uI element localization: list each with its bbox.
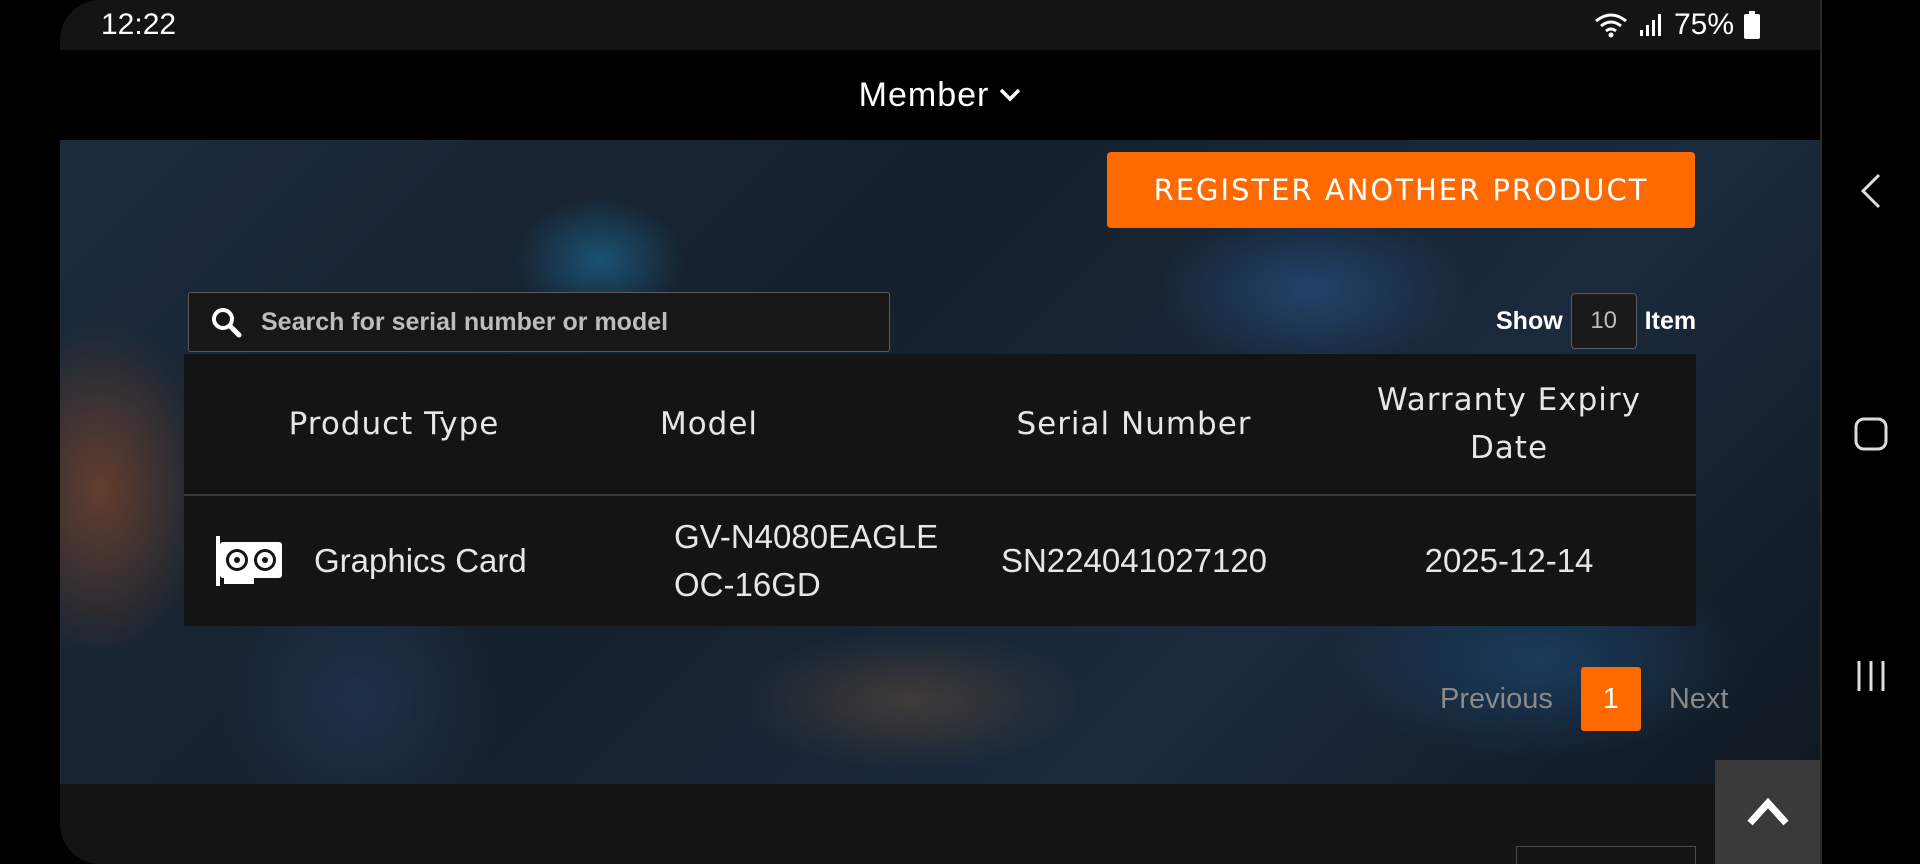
next-button[interactable]: Next: [1669, 683, 1729, 716]
items-per-page-select[interactable]: 10: [1570, 293, 1637, 349]
chevron-down-icon: [1000, 88, 1021, 102]
member-menu[interactable]: Member: [60, 50, 1820, 140]
cell-product-type: Graphics Card: [314, 542, 527, 579]
product-table: Product Type Model Serial Number Warrant…: [184, 354, 1696, 626]
battery-percent: 75%: [1673, 8, 1734, 41]
battery-icon: [1744, 11, 1760, 39]
header-serial-number: Serial Number: [1016, 406, 1252, 442]
header-warranty-expiry: Warranty Expiry Date: [1377, 382, 1641, 466]
chevron-up-icon: [1746, 797, 1789, 826]
search-box[interactable]: [188, 292, 890, 352]
home-icon: [1854, 417, 1888, 451]
recents-button[interactable]: [1846, 651, 1896, 701]
status-icons: 75%: [1594, 8, 1760, 42]
home-button[interactable]: [1846, 409, 1896, 459]
previous-button[interactable]: Previous: [1440, 683, 1553, 716]
phone-screen: 12:22 75% Member REGISTER ANOTHER PRODUC…: [60, 0, 1820, 864]
show-label: Show: [1496, 306, 1563, 335]
register-another-product-button[interactable]: REGISTER ANOTHER PRODUCT: [1107, 152, 1695, 228]
item-label: Item: [1644, 306, 1697, 335]
header-product-type: Product Type: [288, 406, 500, 442]
scroll-to-top-button[interactable]: [1715, 760, 1820, 864]
back-button[interactable]: [1846, 166, 1896, 216]
pagination: Previous 1 Next: [1440, 666, 1728, 732]
table-row: Graphics Card GV-N4080EAGLE OC-16GD SN22…: [184, 496, 1696, 626]
search-icon: [212, 308, 242, 338]
cell-serial-number: SN224041027120: [1000, 542, 1268, 579]
page-1-button[interactable]: 1: [1580, 667, 1641, 731]
search-input[interactable]: [259, 306, 889, 338]
system-navigation-bar: [1822, 0, 1920, 864]
graphics-card-icon: [216, 536, 282, 586]
status-bar: 12:22 75%: [60, 0, 1820, 50]
items-per-page: Show 10 Item: [1496, 292, 1696, 350]
cell-model: GV-N4080EAGLE OC-16GD: [674, 518, 939, 603]
member-label: Member: [858, 75, 990, 114]
partial-element: [1516, 846, 1696, 864]
header-model: Model: [659, 406, 759, 442]
cell-warranty-expiry: 2025-12-14: [1424, 542, 1594, 579]
back-icon: [1860, 173, 1881, 209]
signal-icon: [1639, 14, 1661, 36]
status-time: 12:22: [101, 8, 177, 41]
wifi-icon: [1595, 13, 1627, 38]
recents-icon: [1857, 661, 1885, 691]
table-header: Product Type Model Serial Number Warrant…: [184, 354, 1696, 496]
